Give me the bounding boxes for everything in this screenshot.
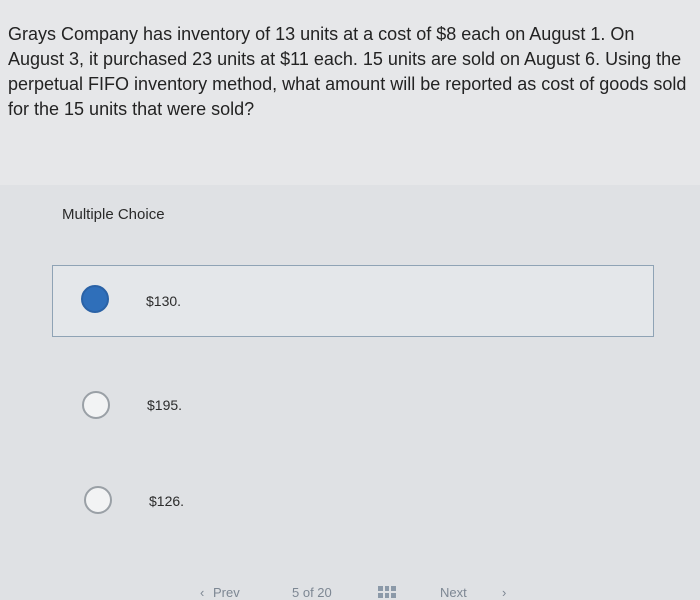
multiple-choice-heading: Multiple Choice — [62, 206, 165, 223]
option-label: $130. — [146, 293, 182, 309]
navigation-bar: ‹ Prev 5 of 20 Next › — [0, 580, 700, 600]
option-label: $126. — [149, 493, 185, 509]
option-label: $195. — [147, 397, 183, 413]
answer-option-2[interactable]: $195. — [52, 370, 654, 442]
next-button[interactable]: Next — [440, 585, 467, 600]
radio-selected-icon[interactable] — [81, 285, 109, 313]
question-text: Grays Company has inventory of 13 units … — [8, 24, 687, 119]
prev-button[interactable]: Prev — [213, 585, 240, 600]
radio-empty-icon[interactable] — [82, 391, 110, 419]
answer-option-1[interactable]: $130. — [52, 265, 654, 337]
answer-option-3[interactable]: $126. — [52, 464, 654, 536]
grid-icon[interactable] — [378, 586, 396, 598]
chevron-right-icon[interactable]: › — [502, 585, 506, 600]
chevron-left-icon[interactable]: ‹ — [200, 585, 204, 600]
radio-empty-icon[interactable] — [84, 486, 112, 514]
page-position: 5 of 20 — [292, 585, 332, 600]
